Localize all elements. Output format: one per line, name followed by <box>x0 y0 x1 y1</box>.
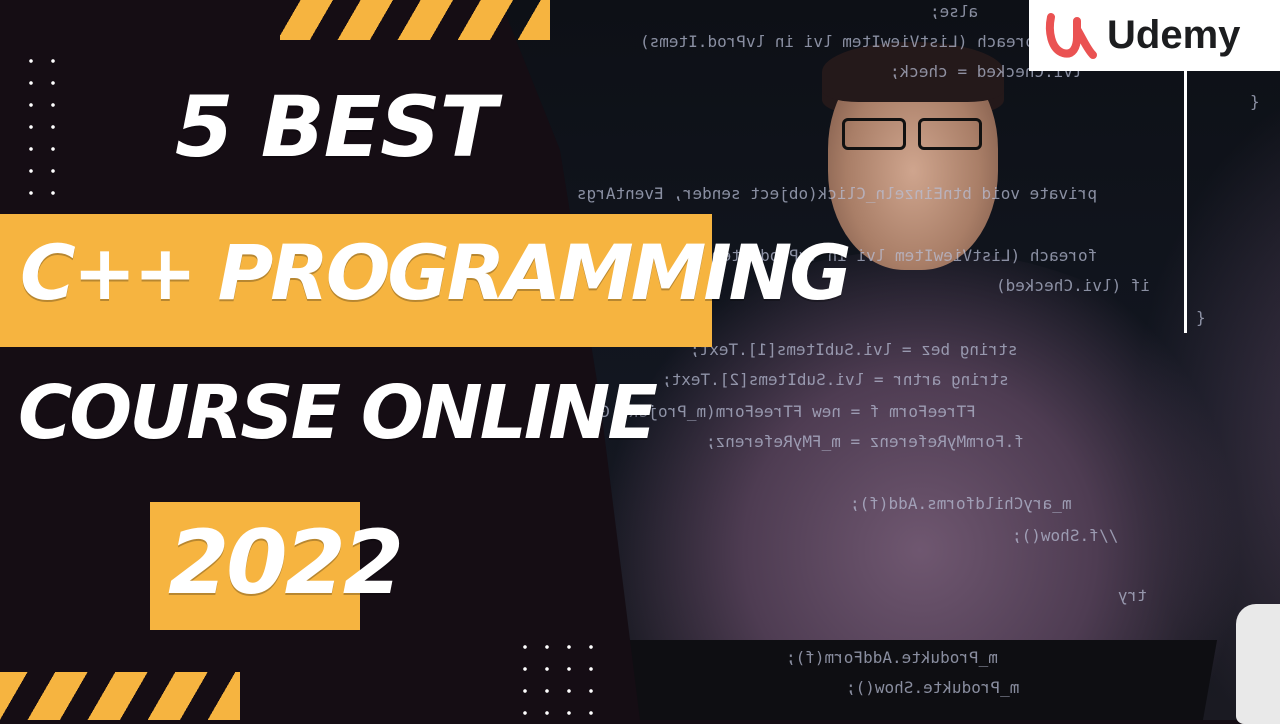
code-line: private void btnEinzeln_Click(object sen… <box>548 184 1098 203</box>
udemy-u-icon <box>1045 12 1097 59</box>
glasses <box>842 118 984 150</box>
code-line: f.FormMyReferenz = m_FMyReferenz; <box>706 432 1024 451</box>
code-line: foreach (ListViewItem lvi in lvProd.Item… <box>640 32 1045 51</box>
headline-line-3: COURSE ONLINE <box>18 370 658 456</box>
left-dot-grid <box>20 50 64 208</box>
logo-vertical-line <box>1184 71 1187 333</box>
code-line: //f.Show(); <box>1012 526 1118 545</box>
udemy-logo: Udemy <box>1029 0 1280 71</box>
code-line: try <box>1118 586 1147 605</box>
code-line: m_Produkte.AddForm(f); <box>786 648 998 667</box>
headline-line-1: 5 BEST <box>175 78 497 176</box>
bottom-dot-grid <box>514 636 604 720</box>
code-line: if (lvi.Checked) <box>996 276 1151 295</box>
code-line: string bez = lvi.SubItems[1].Text; <box>690 340 1018 359</box>
top-stripes <box>280 0 550 40</box>
code-line: { <box>1250 92 1260 111</box>
code-line: m_aryChildforms.Add(f); <box>850 494 1072 513</box>
code-line: alse; <box>930 2 979 21</box>
headline-line-2: C++ PROGRAMMING <box>20 228 852 317</box>
code-line: string artnr = lvi.SubItems[2].Text; <box>662 370 1009 389</box>
headline-year: 2022 <box>168 511 404 614</box>
bottom-stripes <box>0 672 240 720</box>
code-line: { <box>1196 308 1206 327</box>
coffee-cup <box>1236 604 1280 724</box>
code-line: m_Produkte.Show(); <box>846 678 1020 697</box>
udemy-logo-text: Udemy <box>1107 13 1241 57</box>
